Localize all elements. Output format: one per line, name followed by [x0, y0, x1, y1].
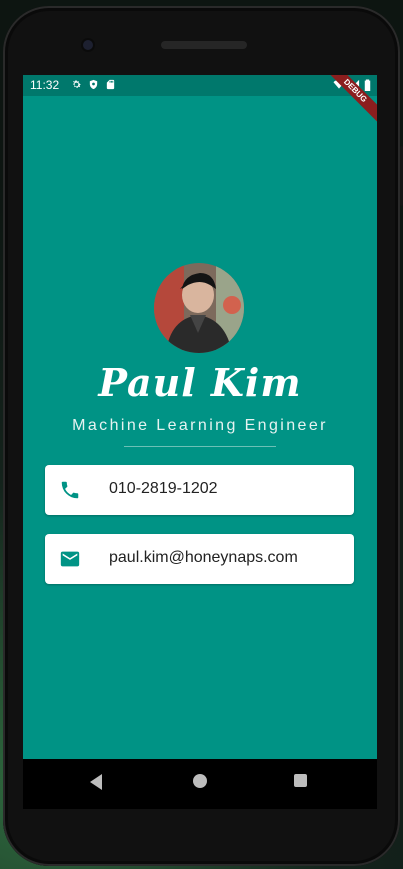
avatar — [154, 263, 244, 353]
recent-apps-button[interactable] — [294, 774, 307, 787]
divider — [124, 446, 276, 447]
phone-card[interactable]: 010-2819-1202 — [45, 465, 354, 515]
app-screen: 11:32 DEBUG Paul Kim Machine Learning En… — [23, 75, 377, 759]
status-notification-icons — [71, 79, 116, 90]
status-bar: 11:32 DEBUG — [23, 75, 377, 124]
shield-icon — [88, 79, 99, 90]
back-button[interactable] — [90, 774, 102, 790]
email-address: paul.kim@honeynaps.com — [109, 549, 298, 566]
profile-title: Machine Learning Engineer — [72, 417, 328, 434]
earpiece-speaker — [161, 41, 247, 49]
email-card[interactable]: paul.kim@honeynaps.com — [45, 534, 354, 584]
status-time: 11:32 — [30, 78, 60, 92]
front-camera — [83, 40, 93, 50]
battery-icon — [364, 79, 371, 91]
home-button[interactable] — [193, 774, 207, 788]
navigation-bar — [23, 759, 377, 809]
phone-icon — [59, 479, 81, 501]
mail-icon — [59, 548, 81, 570]
settings-icon — [71, 79, 82, 90]
profile-name: Paul Kim — [98, 360, 302, 405]
sd-card-icon — [105, 79, 116, 90]
phone-number: 010-2819-1202 — [109, 480, 218, 497]
